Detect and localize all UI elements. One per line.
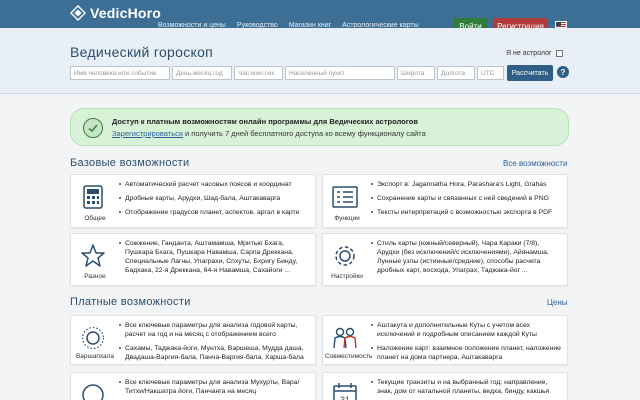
list-item: Автоматический расчет часовых поясов и к…	[119, 180, 311, 189]
calendar-icon: 31	[329, 379, 361, 400]
card-muhurta[interactable]: Все ключевые параметры для анализа Мухур…	[70, 372, 316, 400]
place-input[interactable]: Населенный пункт	[285, 66, 395, 80]
not-astrologer-toggle[interactable]: Я не астролог	[506, 50, 563, 57]
card-label: Функции	[334, 215, 360, 222]
card-settings[interactable]: Настройки Стиль карты (южный/северный), …	[322, 233, 568, 286]
list-item: Тексты интерпретаций с возможностью эксп…	[371, 208, 563, 217]
register-link[interactable]: Зарегистрироваться	[112, 129, 183, 138]
list-item: Все ключевые параметры для анализа Мухур…	[119, 378, 311, 396]
chart-input-panel: Ведический гороскоп Я не астролог Имя че…	[0, 28, 640, 94]
list-item: Стиль карты (южный/северный), Чара Карак…	[371, 239, 563, 275]
gear-icon	[329, 240, 361, 272]
card-label: Общее	[84, 215, 106, 222]
name-input[interactable]: Имя человека или событие	[70, 66, 170, 80]
calculator-icon	[77, 181, 109, 213]
diamond-logo-icon	[70, 5, 86, 21]
promo-text: Зарегистрироваться и получить 7 дней бес…	[112, 129, 426, 138]
feature-list: Сожжение, Ганданта, Аштамамша, Мритью Бх…	[119, 239, 311, 280]
latitude-input[interactable]: Широта	[397, 66, 435, 80]
logo[interactable]: VedicHoro	[70, 5, 161, 21]
list-item: Экспорт в: Jagannatha Hora, Parashara's …	[371, 180, 563, 189]
card-label: Совместимость	[325, 353, 373, 360]
promo-banner: Доступ к платным возможностям онлайн про…	[70, 108, 569, 146]
promo-description: и получить 7 дней бесплатного доступа ко…	[182, 129, 426, 138]
prices-link[interactable]: Цены	[547, 298, 568, 307]
card-transits[interactable]: 31 Текущие транзиты и на выбранный год: …	[322, 372, 568, 400]
feature-list: Экспорт в: Jagannatha Hora, Parashara's …	[371, 180, 563, 222]
feature-list: Все ключевые параметры для анализа Мухур…	[119, 378, 311, 400]
date-input[interactable]: День.месяц.год	[172, 66, 232, 80]
longitude-input[interactable]: Долгота	[437, 66, 475, 80]
list-item: Дробные карты, Арудхи, Шад-бала, Аштакав…	[119, 194, 311, 203]
checklist-icon	[329, 181, 361, 213]
card-general[interactable]: Общее Автоматический расчет часовых пояс…	[70, 174, 316, 228]
feature-list: Автоматический расчет часовых поясов и к…	[119, 180, 311, 222]
card-label: Настройки	[331, 273, 363, 280]
basic-features-title: Базовые возможности	[70, 157, 190, 169]
time-input[interactable]: Час:мин:сек	[234, 66, 283, 80]
feature-list: Аштакута и дополнительные Куты с учетом …	[371, 321, 563, 367]
promo-title: Доступ к платным возможностям онлайн про…	[112, 117, 418, 126]
logo-text: VedicHoro	[90, 5, 162, 21]
card-label: Разное	[84, 273, 106, 280]
feature-list: Текущие транзиты и на выбранный год: нап…	[371, 378, 563, 400]
top-header: VedicHoro Возможности и цены Руководство…	[0, 0, 640, 35]
utc-input[interactable]: UTC	[477, 66, 504, 80]
not-astrologer-checkbox[interactable]	[555, 50, 563, 57]
list-item: Сахамы, Таджака-йоги, Мунтха, Варшеша, М…	[119, 344, 311, 362]
card-compatibility[interactable]: Совместимость Аштакута и дополнительные …	[322, 315, 568, 365]
page-title: Ведический гороскоп	[70, 44, 214, 60]
list-item: Отображение градусов планет, аспектов, а…	[119, 208, 311, 217]
card-misc[interactable]: Разное Сожжение, Ганданта, Аштамамша, Мр…	[70, 233, 316, 286]
all-features-link[interactable]: Все возможности	[503, 159, 567, 168]
feature-list: Стиль карты (южный/северный), Чара Карак…	[371, 239, 563, 280]
list-item: Наложение карт: взаимное положение плане…	[371, 344, 563, 362]
feature-list: Все ключевые параметры для анализа годов…	[119, 321, 311, 367]
list-item: Сохранение карты и связанных с ней сведе…	[371, 194, 563, 203]
couple-icon	[329, 322, 361, 354]
list-item: Сожжение, Ганданта, Аштамамша, Мритью Бх…	[119, 239, 311, 275]
not-astrologer-label: Я не астролог	[506, 50, 552, 57]
calendar-day: 31	[340, 395, 350, 400]
check-icon	[83, 118, 103, 138]
card-functions[interactable]: Функции Экспорт в: Jagannatha Hora, Para…	[322, 174, 568, 228]
list-item: Все ключевые параметры для анализа годов…	[119, 321, 311, 339]
list-item: Аштакута и дополнительные Куты с учетом …	[371, 321, 563, 339]
paid-features-title: Платные возможности	[70, 296, 191, 308]
card-label: Варшапхала	[75, 353, 115, 360]
calculate-button[interactable]: Рассчитать	[507, 65, 553, 81]
sun-icon	[77, 322, 109, 354]
list-item: Текущие транзиты и на выбранный год: нап…	[371, 378, 563, 396]
muhurta-icon	[77, 379, 109, 400]
card-varshaphala[interactable]: Варшапхала Все ключевые параметры для ан…	[70, 315, 316, 365]
help-icon[interactable]: ?	[557, 66, 569, 78]
star-icon	[77, 240, 109, 272]
